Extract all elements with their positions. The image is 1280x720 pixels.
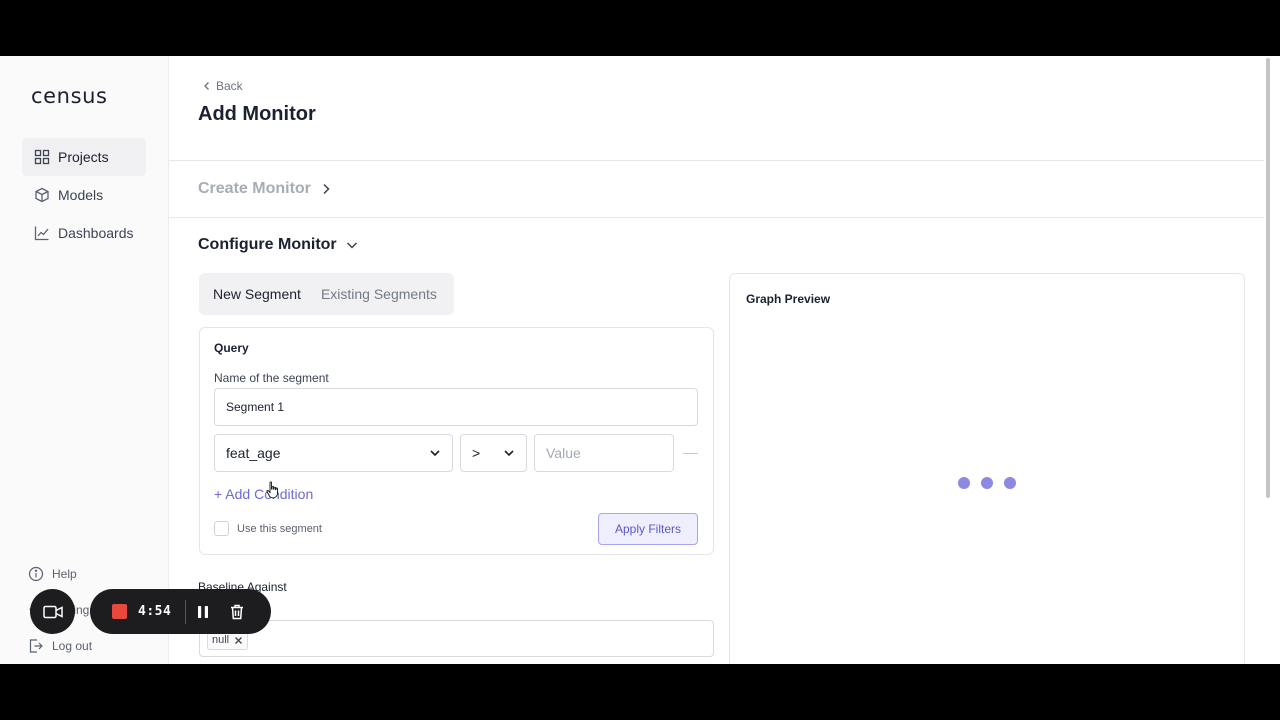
query-card: Query Name of the segment feat_age > + A… — [199, 327, 714, 555]
baseline-select[interactable]: null — [199, 620, 714, 657]
page-title: Add Monitor — [198, 103, 316, 125]
graph-preview-card: Graph Preview — [729, 273, 1245, 664]
graph-preview-title: Graph Preview — [746, 292, 831, 306]
chevron-down-icon — [346, 242, 357, 249]
step-configure-monitor[interactable]: Configure Monitor — [198, 236, 359, 254]
feature-select[interactable]: feat_age — [214, 434, 453, 472]
sidebar-item-projects[interactable]: Projects — [22, 138, 146, 176]
chevron-down-icon — [504, 450, 514, 457]
step-divider — [169, 217, 1272, 218]
remove-condition-button[interactable] — [683, 453, 698, 454]
chart-line-icon — [34, 226, 49, 241]
sidebar-item-label: Dashboards — [58, 225, 134, 241]
operator-select-value: > — [472, 445, 481, 461]
scrollbar-thumb[interactable] — [1266, 58, 1270, 498]
info-icon — [28, 566, 44, 582]
operator-select[interactable]: > — [460, 434, 527, 472]
use-segment-checkbox[interactable] — [214, 521, 229, 536]
use-segment-option[interactable]: Use this segment — [214, 521, 322, 536]
header-divider — [169, 160, 1272, 161]
loading-dot — [958, 477, 970, 489]
step-title: Configure Monitor — [198, 236, 337, 253]
chevron-right-icon — [323, 183, 330, 195]
sidebar-item-dashboards[interactable]: Dashboards — [22, 214, 146, 252]
grid-icon — [34, 149, 50, 165]
loading-indicator — [958, 477, 1027, 489]
back-link[interactable]: Back — [202, 79, 243, 93]
recording-controls: 4:54 — [90, 589, 271, 634]
video-camera-icon — [42, 605, 63, 618]
cube-icon — [35, 187, 49, 203]
sidebar-item-label: Log out — [52, 639, 93, 653]
pause-icon[interactable] — [196, 605, 210, 619]
app-logo[interactable]: census — [31, 84, 108, 108]
sidebar-item-models[interactable]: Models — [22, 176, 146, 214]
use-segment-label: Use this segment — [237, 522, 322, 535]
camera-toggle-button[interactable] — [30, 589, 75, 634]
logout-icon — [29, 639, 43, 653]
apply-filters-button[interactable]: Apply Filters — [598, 513, 698, 545]
trash-icon[interactable] — [230, 604, 244, 620]
loading-dot — [981, 477, 993, 489]
scrollbar[interactable] — [1264, 56, 1272, 664]
sidebar-item-label: Projects — [58, 149, 109, 165]
close-icon[interactable] — [234, 636, 243, 645]
chevron-down-icon — [430, 450, 440, 457]
sidebar-item-help[interactable]: Help — [28, 556, 158, 592]
sidebar-item-label: Models — [58, 187, 104, 203]
condition-value-input[interactable] — [534, 434, 674, 472]
hand-cursor-icon — [266, 481, 278, 499]
segment-name-label: Name of the segment — [214, 371, 329, 385]
back-label: Back — [216, 79, 243, 93]
tab-new-segment[interactable]: New Segment — [203, 278, 311, 310]
loading-dot — [1004, 477, 1016, 489]
sidebar-item-label: Help — [52, 567, 77, 581]
add-condition-button[interactable]: + Add Condition — [214, 486, 313, 502]
stop-recording-button[interactable] — [112, 604, 127, 619]
tab-existing-segments[interactable]: Existing Segments — [311, 278, 447, 310]
feature-select-value: feat_age — [226, 445, 281, 461]
chevron-left-icon — [204, 82, 209, 90]
segment-tabs: New Segment Existing Segments — [199, 273, 454, 315]
step-create-monitor[interactable]: Create Monitor — [198, 180, 333, 198]
segment-name-input[interactable] — [214, 388, 698, 426]
baseline-chip-label: null — [212, 634, 230, 646]
app-window: census Projects Models Dashboards Help L… — [0, 56, 1280, 664]
query-heading: Query — [214, 341, 249, 355]
recording-timer: 4:54 — [138, 604, 172, 619]
main-content: Back Add Monitor Create Monitor Configur… — [169, 56, 1272, 664]
sidebar: census Projects Models Dashboards Help L… — [0, 56, 169, 664]
recorder-divider — [185, 599, 187, 624]
sidebar-nav: Projects Models Dashboards — [22, 138, 146, 252]
step-title: Create Monitor — [198, 180, 311, 197]
